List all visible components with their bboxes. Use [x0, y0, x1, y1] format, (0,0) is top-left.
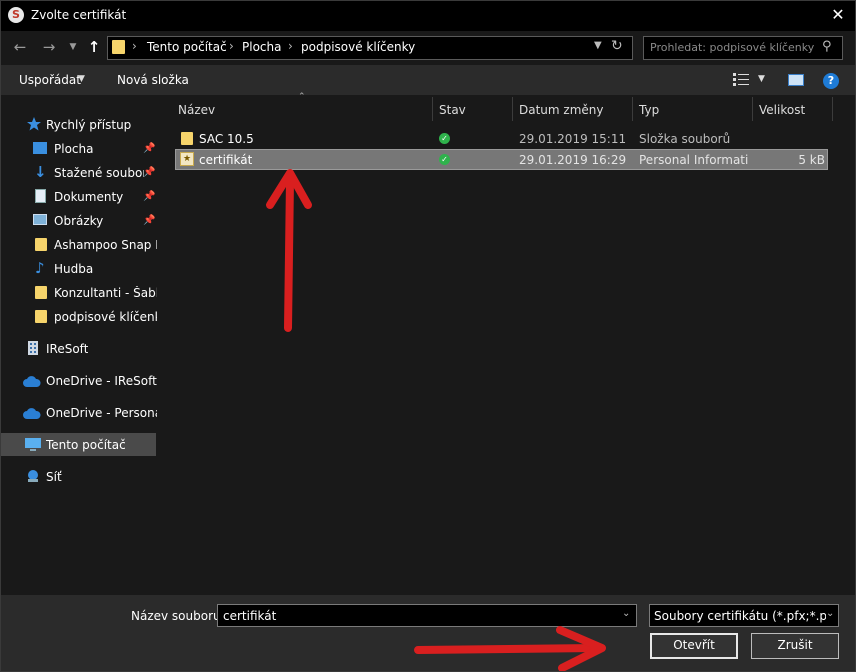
forward-arrow-icon[interactable]: →: [39, 37, 59, 57]
column-header-status[interactable]: Stav: [439, 103, 466, 117]
filetype-value: Soubory certifikátu (*.pfx;*.p12;: [654, 609, 826, 623]
folder-icon: [35, 238, 47, 251]
breadcrumb-podpisove-klicenky[interactable]: podpisové klíčenky: [301, 40, 415, 54]
breadcrumb-separator: ›: [132, 39, 137, 53]
download-icon: ↓: [34, 163, 47, 181]
column-header-name[interactable]: Název: [178, 103, 215, 117]
filetype-chevron-down-icon[interactable]: ⌄: [826, 608, 834, 619]
cloud-icon: [23, 376, 41, 387]
file-type: Složka souborů: [639, 132, 731, 146]
up-arrow-icon[interactable]: ↑: [84, 37, 104, 57]
search-placeholder: Prohledat: podpisové klíčenky: [650, 41, 815, 54]
sidebar-item-label: Síť: [46, 470, 62, 484]
sidebar-item-label: Dokumenty: [54, 190, 124, 204]
sidebar-item-label: Konzultanti - Šablor: [54, 286, 157, 300]
window-title: Zvolte certifikát: [31, 8, 127, 22]
breadcrumb-tento-pocitac[interactable]: Tento počítač: [147, 40, 227, 54]
pin-icon[interactable]: 📌: [143, 191, 155, 202]
back-arrow-icon[interactable]: ←: [10, 37, 30, 57]
sidebar-item-label: IReSoft: [46, 342, 89, 356]
file-name: certifikát: [199, 153, 253, 167]
view-details-icon[interactable]: [733, 73, 749, 86]
breadcrumb-separator: ›: [288, 39, 293, 53]
star-icon: [27, 117, 41, 131]
sidebar-item-label: podpisové klíčenky: [54, 310, 157, 324]
folder-icon: [181, 132, 193, 145]
folder-icon: [35, 310, 47, 323]
column-header-date[interactable]: Datum změny: [519, 103, 604, 117]
computer-icon: [25, 438, 41, 451]
cloud-icon: [23, 408, 41, 419]
breadcrumb-plocha[interactable]: Plocha: [242, 40, 281, 54]
sidebar-item-label: Ashampoo Snap Bu: [54, 238, 157, 252]
sort-ascending-icon: ⌃: [298, 92, 306, 102]
organize-chevron-down-icon[interactable]: ▼: [78, 74, 85, 84]
certificate-icon: ★: [180, 152, 194, 166]
pin-icon[interactable]: 📌: [143, 167, 155, 178]
address-folder-icon: [112, 40, 125, 54]
close-button[interactable]: ✕: [820, 0, 856, 31]
refresh-icon[interactable]: ↻: [611, 38, 623, 54]
sidebar-item-label: OneDrive - IReSoft: [46, 374, 157, 388]
file-name: SAC 10.5: [199, 132, 254, 146]
document-icon: [35, 189, 46, 203]
address-dropdown-icon[interactable]: ▼: [594, 40, 602, 51]
breadcrumb-separator: ›: [229, 39, 234, 53]
column-header-size[interactable]: Velikost: [759, 103, 805, 117]
file-size: 5 kB: [798, 153, 825, 167]
filename-chevron-down-icon[interactable]: ⌄: [622, 608, 630, 619]
recent-locations-chevron-icon[interactable]: ▼: [63, 37, 83, 57]
help-icon[interactable]: ?: [823, 73, 839, 89]
pictures-icon: [33, 214, 47, 225]
pane-divider[interactable]: [157, 95, 164, 595]
column-divider[interactable]: [832, 97, 833, 121]
view-chevron-down-icon[interactable]: ▼: [758, 74, 765, 84]
sidebar-item-label: Rychlý přístup: [46, 118, 132, 132]
building-icon: [28, 341, 38, 355]
pin-icon[interactable]: 📌: [143, 143, 155, 154]
music-icon: ♪: [35, 259, 45, 277]
sidebar-item-label: Plocha: [54, 142, 94, 156]
sidebar-item-label: Tento počítač: [46, 438, 126, 452]
sidebar-item-label: Obrázky: [54, 214, 104, 228]
sync-ok-icon: ✓: [439, 133, 450, 144]
title-bar: [0, 0, 856, 31]
organize-button[interactable]: Uspořádat: [19, 73, 81, 87]
file-list: [164, 95, 856, 595]
filename-label: Název souboru:: [131, 609, 225, 623]
preview-pane-icon[interactable]: [788, 74, 804, 86]
sidebar-item-sit[interactable]: [0, 466, 157, 489]
new-folder-button[interactable]: Nová složka: [117, 73, 189, 87]
folder-icon: [35, 286, 47, 299]
column-divider[interactable]: [512, 97, 513, 121]
column-divider[interactable]: [432, 97, 433, 121]
column-divider[interactable]: [632, 97, 633, 121]
sidebar-item-label: OneDrive - Personal: [46, 406, 166, 420]
network-icon: [28, 470, 38, 482]
search-icon[interactable]: ⚲: [822, 39, 832, 54]
column-header-type[interactable]: Typ: [639, 103, 659, 117]
file-date: 29.01.2019 16:29: [519, 153, 627, 167]
file-type: Personal Informati...: [639, 153, 749, 167]
sidebar-item-label: Hudba: [54, 262, 94, 276]
desktop-icon: [33, 142, 47, 154]
file-date: 29.01.2019 15:11: [519, 132, 627, 146]
filename-value: certifikát: [223, 609, 277, 623]
column-divider[interactable]: [752, 97, 753, 121]
open-button[interactable]: Otevřít: [650, 633, 738, 659]
pin-icon[interactable]: 📌: [143, 215, 155, 226]
sync-ok-icon: ✓: [439, 154, 450, 165]
sidebar-item-label: Stažené soubory: [54, 166, 144, 180]
app-icon: S: [8, 7, 24, 23]
filename-field[interactable]: [217, 604, 637, 627]
cancel-button[interactable]: Zrušit: [751, 633, 839, 659]
